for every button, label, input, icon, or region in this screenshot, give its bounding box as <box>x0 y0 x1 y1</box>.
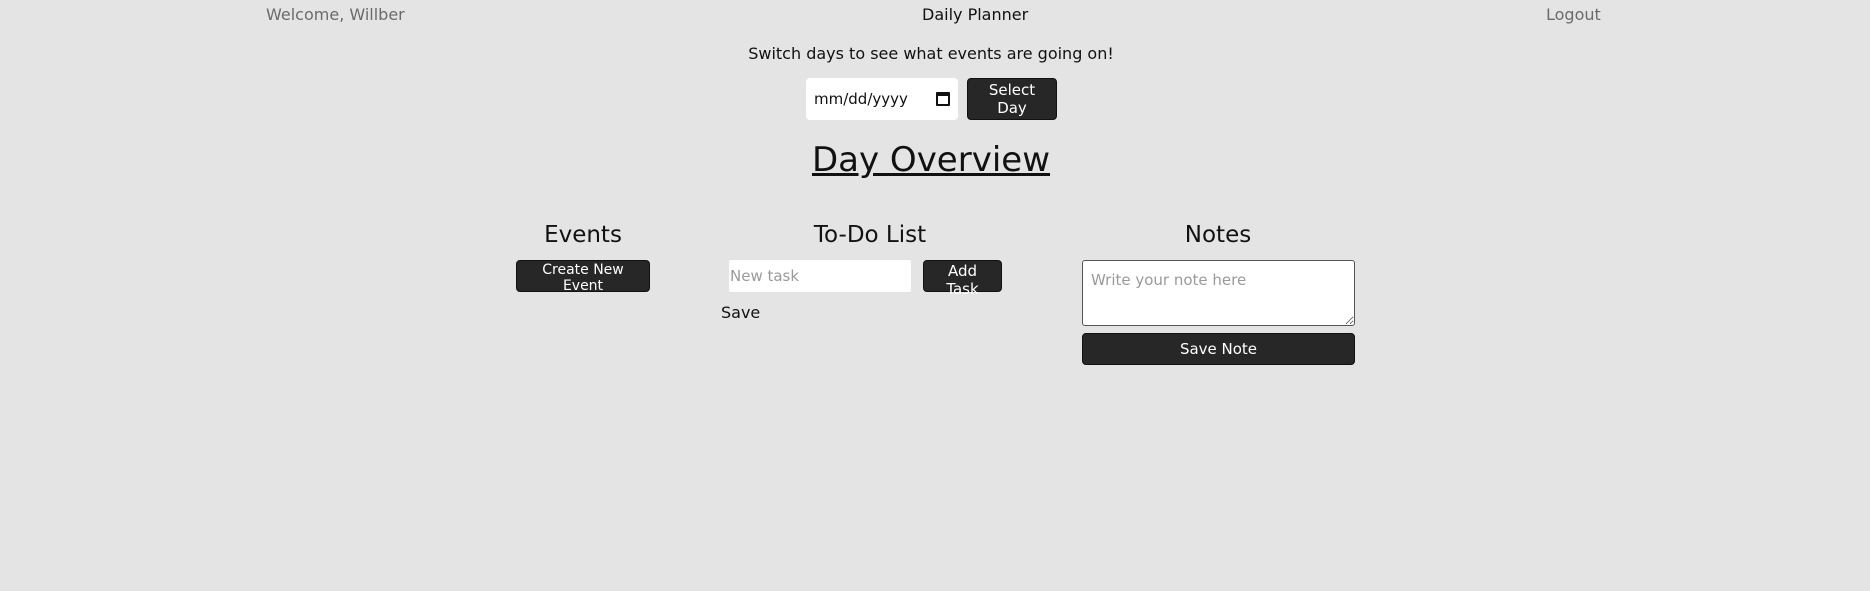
daily-planner-page: Welcome, Willber Daily Planner Logout Sw… <box>0 0 1870 591</box>
select-day-button[interactable]: Select Day <box>967 78 1057 120</box>
create-event-button[interactable]: Create New Event <box>516 260 650 294</box>
day-switch-intro: Switch days to see what events are going… <box>748 44 1114 63</box>
save-tasks-button[interactable]: Save <box>721 303 760 322</box>
events-title: Events <box>544 222 622 248</box>
add-task-button[interactable]: Add Task <box>923 260 1002 298</box>
calendar-icon[interactable] <box>936 92 950 106</box>
day-picker: mm/dd/yyyy Select Day <box>806 78 1057 120</box>
date-placeholder: mm/dd/yyyy <box>814 90 908 108</box>
page-title: Day Overview <box>811 140 1051 180</box>
top-nav: Welcome, Willber Daily Planner Logout <box>0 0 1870 30</box>
note-textarea[interactable] <box>1082 260 1355 326</box>
logout-link[interactable]: Logout <box>1546 5 1601 24</box>
notes-title: Notes <box>1184 222 1252 248</box>
app-title: Daily Planner <box>922 5 1029 24</box>
save-note-button[interactable]: Save Note <box>1082 333 1355 365</box>
new-task-input[interactable] <box>729 260 911 292</box>
date-input[interactable]: mm/dd/yyyy <box>806 78 958 120</box>
welcome-text: Welcome, Willber <box>266 5 405 24</box>
todo-title: To-Do List <box>813 222 927 248</box>
